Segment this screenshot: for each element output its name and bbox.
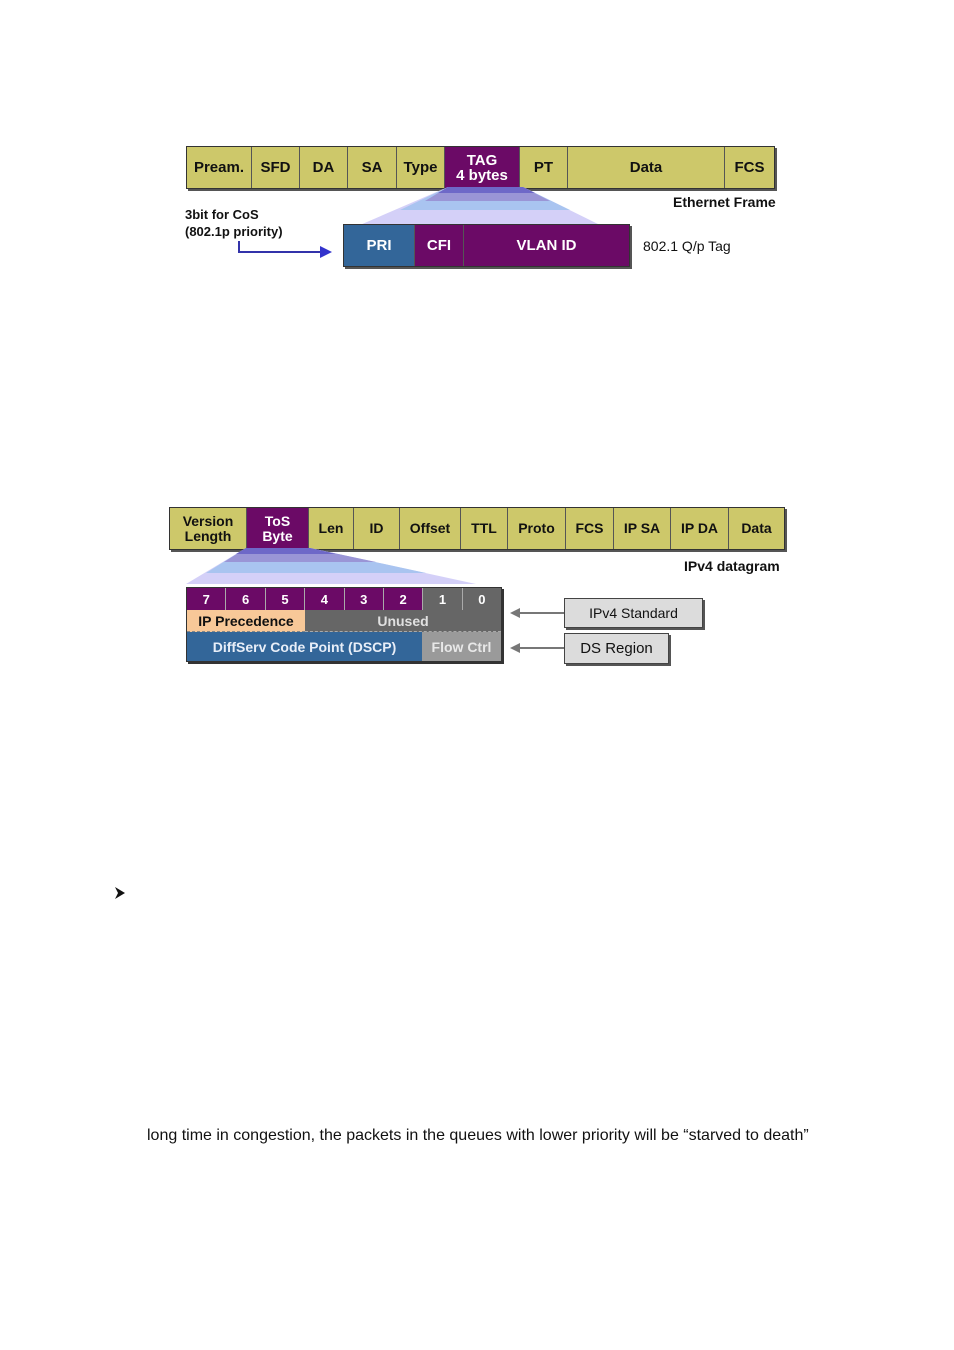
- field-fcs: FCS: [725, 147, 774, 188]
- tag-field-cfi: CFI: [415, 225, 464, 266]
- field-version-length: Version Length: [170, 508, 247, 549]
- field-tag: TAG 4 bytes: [445, 147, 520, 188]
- field-type: Type: [397, 147, 445, 188]
- ip-precedence-segment: IP Precedence: [187, 610, 305, 632]
- field-len: Len: [309, 508, 354, 549]
- arrowhead-bullet-icon: [115, 887, 125, 899]
- field-tos-byte: ToS Byte: [247, 508, 309, 549]
- tag-expansion-funnel: [360, 187, 600, 225]
- bit-4: 4: [305, 588, 345, 610]
- tag-caption: 802.1 Q/p Tag: [643, 238, 731, 254]
- tag-field-vlan-id: VLAN ID: [464, 225, 629, 266]
- field-data: Data: [568, 147, 725, 188]
- bit-3: 3: [344, 588, 384, 610]
- callout-ds-region: DS Region: [564, 633, 669, 664]
- bit-1: 1: [423, 588, 463, 610]
- bit-2: 2: [383, 588, 424, 610]
- field-data: Data: [729, 508, 784, 549]
- arrow-right-icon: [238, 241, 332, 258]
- field-preamble: Pream.: [187, 147, 252, 188]
- tos-bit-layout: 7 6 5 4 3 2 1 0 IP Precedence Unused Dif…: [186, 587, 502, 662]
- datagram-caption: IPv4 datagram: [684, 558, 780, 574]
- cos-note-line1: 3bit for CoS: [185, 207, 259, 222]
- frame-caption: Ethernet Frame: [673, 194, 776, 210]
- arrow-left-icon: [510, 643, 566, 653]
- field-ttl: TTL: [461, 508, 508, 549]
- tag-field-pri: PRI: [344, 225, 415, 266]
- bit-numbers-row: 7 6 5 4 3 2 1 0: [187, 588, 501, 610]
- bit-0: 0: [462, 588, 501, 610]
- cos-note-line2: (802.1p priority): [185, 224, 283, 239]
- field-ip-da: IP DA: [671, 508, 729, 549]
- ipv4-datagram: Version Length ToS Byte Len ID Offset TT…: [169, 507, 785, 550]
- body-text-line: long time in congestion, the packets in …: [147, 1127, 809, 1144]
- dscp-segment: DiffServ Code Point (DSCP): [187, 632, 422, 661]
- field-proto: Proto: [508, 508, 566, 549]
- field-sfd: SFD: [252, 147, 300, 188]
- flow-ctrl-segment: Flow Ctrl: [422, 632, 501, 661]
- bit-6: 6: [226, 588, 266, 610]
- field-fcs: FCS: [566, 508, 614, 549]
- unused-segment: Unused: [305, 610, 501, 632]
- ipv4-standard-row: IP Precedence Unused: [187, 610, 501, 632]
- arrow-left-icon: [510, 608, 566, 618]
- field-sa: SA: [348, 147, 397, 188]
- bit-7: 7: [187, 588, 227, 610]
- field-id: ID: [354, 508, 400, 549]
- ethernet-frame: Pream. SFD DA SA Type TAG 4 bytes PT Dat…: [186, 146, 775, 189]
- field-offset: Offset: [400, 508, 461, 549]
- ds-region-row: DiffServ Code Point (DSCP) Flow Ctrl: [187, 632, 501, 661]
- bit-5: 5: [265, 588, 306, 610]
- field-pt: PT: [520, 147, 568, 188]
- tos-expansion-funnel: [186, 548, 476, 584]
- vlan-tag: PRI CFI VLAN ID: [343, 224, 630, 267]
- callout-ipv4-standard: IPv4 Standard: [564, 598, 703, 628]
- field-da: DA: [300, 147, 348, 188]
- field-ip-sa: IP SA: [614, 508, 671, 549]
